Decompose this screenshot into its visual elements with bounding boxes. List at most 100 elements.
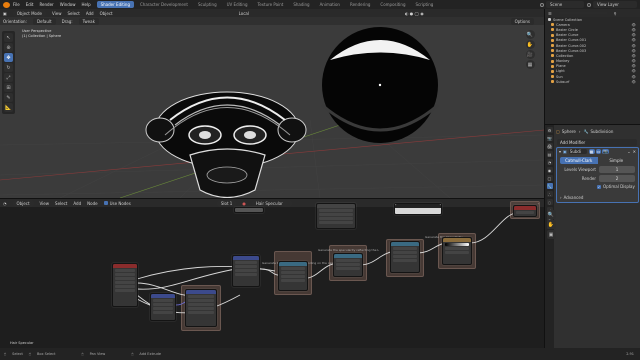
output-node[interactable] <box>513 205 537 217</box>
tab-texture-paint[interactable]: Texture Paint <box>254 1 288 8</box>
render-tab-icon[interactable]: 📷 <box>546 135 553 141</box>
cursor-tool-icon[interactable]: ⊕ <box>4 43 13 52</box>
attribute-node[interactable] <box>316 203 356 229</box>
render-levels-field[interactable]: 2 <box>599 175 635 182</box>
vector-math-node[interactable] <box>232 255 260 287</box>
levels-viewport-field[interactable]: 1 <box>599 166 635 173</box>
render-toggle-icon[interactable]: 📷 <box>602 149 610 154</box>
scene-tab-icon[interactable]: ◔ <box>546 159 553 165</box>
menu-file[interactable]: File <box>13 2 20 7</box>
visibility-eye-icon[interactable]: 👁 <box>632 38 636 42</box>
viewport-shading-icons[interactable]: ◐ ● ◯ ◉ <box>405 11 424 16</box>
move-tool-icon[interactable]: ✥ <box>4 53 13 62</box>
modifier-menu-icon[interactable]: ⌄ <box>627 149 630 154</box>
zoom-icon[interactable]: 🔍 <box>525 30 535 39</box>
viewport-toggle-icon[interactable]: ▭ <box>595 149 602 154</box>
outliner-icon[interactable]: ☰ <box>548 11 552 16</box>
visibility-eye-icon[interactable]: 👁 <box>632 64 636 68</box>
drag-dropdown[interactable]: Tweak <box>78 17 99 25</box>
annotate-tool-icon[interactable]: ✎ <box>4 93 13 102</box>
pan-hand-icon[interactable]: ✋ <box>525 40 535 49</box>
collapse-chevron-icon[interactable]: ▾ <box>559 149 561 154</box>
visibility-eye-icon[interactable]: 👁 <box>632 80 636 84</box>
tab-sculpting[interactable]: Sculpting <box>194 1 221 8</box>
menu-window[interactable]: Window <box>60 2 76 7</box>
orientation-dropdown[interactable]: Default <box>32 17 56 25</box>
tab-compositing[interactable]: Compositing <box>376 1 409 8</box>
object-mode-dropdown[interactable]: Object Mode <box>12 9 46 17</box>
tab-shading[interactable]: Shading <box>289 1 313 8</box>
math-node[interactable] <box>278 261 308 291</box>
visibility-eye-icon[interactable]: 👁 <box>632 54 636 58</box>
expand-chevron-icon[interactable]: › <box>560 195 562 200</box>
tab-scripting[interactable]: Scripting <box>411 1 437 8</box>
visibility-eye-icon[interactable]: 👁 <box>632 33 636 37</box>
tab-character-development[interactable]: Character Development <box>136 1 192 8</box>
scene-selector[interactable]: Scene <box>546 1 584 8</box>
object-tab-icon[interactable]: ▢ <box>546 175 553 181</box>
add-modifier-button[interactable]: Add Modifier <box>557 139 637 146</box>
color-ramp-node[interactable] <box>442 237 472 265</box>
vector-math-node[interactable] <box>150 293 176 321</box>
blender-logo-icon[interactable] <box>3 1 10 8</box>
menu-view[interactable]: View <box>52 11 62 16</box>
advanced-subpanel[interactable]: › Advanced <box>560 195 635 200</box>
node-frame-icon[interactable]: ▣ <box>546 230 556 239</box>
node-zoom-icon[interactable]: 🔍 <box>546 210 556 219</box>
menu-edit[interactable]: Edit <box>26 2 34 7</box>
menu-render[interactable]: Render <box>39 2 53 7</box>
tool-tab-icon[interactable]: ⚙ <box>546 127 553 133</box>
grid-view-icon[interactable]: ▦ <box>525 60 535 69</box>
vector-math-node[interactable] <box>185 289 217 327</box>
particles-tab-icon[interactable]: ∴ <box>546 191 553 197</box>
menu-help[interactable]: Help <box>81 2 90 7</box>
menu-object[interactable]: Object <box>100 11 113 16</box>
physics-tab-icon[interactable]: ◌ <box>546 199 553 205</box>
edit-mode-toggle-icon[interactable]: ▦ <box>588 149 595 154</box>
filter-icon[interactable]: ⚲ <box>614 11 617 16</box>
navigation-gizmo[interactable]: 🔍 ✋ 🎥 ▦ <box>520 29 540 70</box>
sphere-object[interactable] <box>321 27 439 143</box>
camera-view-icon[interactable]: 🎥 <box>525 50 535 59</box>
texture-coordinate-node[interactable] <box>112 263 138 307</box>
tab-uv-editing[interactable]: UV Editing <box>223 1 252 8</box>
modifier-name-field[interactable]: Subdi <box>568 149 587 154</box>
math-node[interactable] <box>333 253 363 277</box>
math-node[interactable] <box>390 241 420 273</box>
transform-tool-icon[interactable]: ⊞ <box>4 83 13 92</box>
simple-button[interactable]: Simple <box>597 157 635 164</box>
options-dropdown[interactable]: Options <box>510 17 534 25</box>
measure-tool-icon[interactable]: 📐 <box>4 103 13 112</box>
reroute-node[interactable] <box>234 207 264 213</box>
catmull-clark-button[interactable]: Catmull-Clark <box>560 157 598 164</box>
editor-type-icon[interactable]: ▣ <box>3 11 7 16</box>
menu-add[interactable]: Add <box>86 11 94 16</box>
view-layer-selector[interactable]: View Layer <box>593 1 637 8</box>
optimal-display-checkbox[interactable]: ✓ <box>597 184 601 189</box>
node-pan-icon[interactable]: ✋ <box>546 220 556 229</box>
outliner-search[interactable] <box>557 12 608 14</box>
select-tool-icon[interactable]: ↖ <box>4 33 13 42</box>
node-editor[interactable]: ◔ Object View Select Add Node Use Nodes … <box>0 198 556 348</box>
material-output-node[interactable] <box>394 203 442 215</box>
tab-rendering[interactable]: Rendering <box>346 1 374 8</box>
menu-select[interactable]: Select <box>67 11 79 16</box>
rotate-tool-icon[interactable]: ↻ <box>4 63 13 72</box>
visibility-eye-icon[interactable]: 👁 <box>632 49 636 53</box>
world-tab-icon[interactable]: ◉ <box>546 167 553 173</box>
visibility-eye-icon[interactable]: 👁 <box>632 28 636 32</box>
tab-animation[interactable]: Animation <box>316 1 344 8</box>
visibility-eye-icon[interactable]: 👁 <box>632 59 636 63</box>
scale-tool-icon[interactable]: ⤢ <box>4 73 13 82</box>
visibility-eye-icon[interactable]: 👁 <box>632 69 636 73</box>
viewport-3d[interactable]: ▣ Object Mode View Select Add Object Loc… <box>0 9 544 198</box>
modifier-tab-icon[interactable]: 🔧 <box>546 183 553 189</box>
output-tab-icon[interactable]: 🖨 <box>546 143 553 149</box>
visibility-eye-icon[interactable]: 👁 <box>632 23 636 27</box>
remove-modifier-icon[interactable]: ✕ <box>633 149 636 154</box>
visibility-eye-icon[interactable]: 👁 <box>632 44 636 48</box>
outliner-item[interactable]: Subsurf 👁 <box>545 79 640 84</box>
visibility-eye-icon[interactable]: 👁 <box>632 75 636 79</box>
tab-shader-editing[interactable]: Shader Editing <box>96 1 134 8</box>
transform-orientation-label[interactable]: Local <box>239 11 249 16</box>
